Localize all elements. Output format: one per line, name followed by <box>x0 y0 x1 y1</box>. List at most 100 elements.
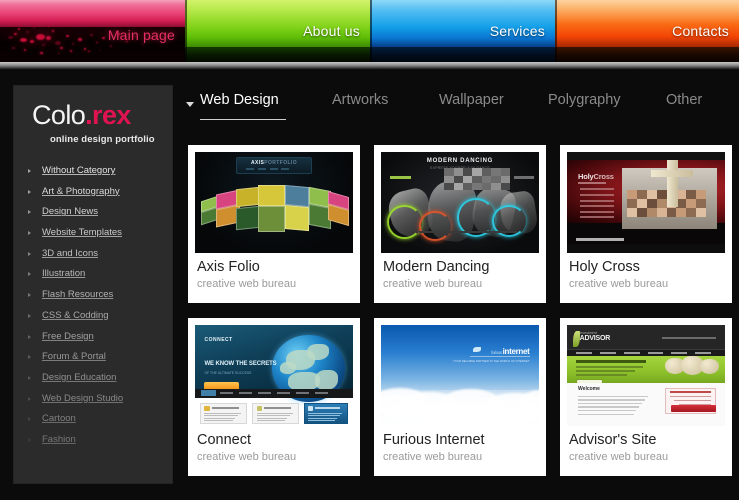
nav-tab-about-us[interactable]: About us <box>185 0 370 62</box>
sidebar-item-label: Art & Photography <box>42 185 120 197</box>
portfolio-card[interactable]: AXISPORTFOLIO Axis Folio creative web bure… <box>188 145 360 303</box>
site-nav-links <box>579 188 615 222</box>
hero-line-1: WE KNOW THE SECRETS <box>204 361 277 368</box>
mosaic-cell <box>676 190 687 200</box>
card-title[interactable]: Holy Cross <box>569 259 725 276</box>
tab-artworks[interactable]: Artworks <box>332 92 388 108</box>
tab-polygraphy[interactable]: Polygraphy <box>548 92 621 108</box>
card-thumbnail[interactable]: furious internet YOUR RELIABLE PARTNER IN… <box>381 325 539 426</box>
splatter-dot <box>8 36 13 39</box>
sidebar-item-cartoon[interactable]: Cartoon <box>26 409 162 430</box>
chevron-right-icon <box>28 251 31 256</box>
sidebar-item-css-codding[interactable]: CSS & Codding <box>26 306 162 327</box>
portfolio-card[interactable]: MODERN DANCINGEXPRESS YOURSELF IN DANCE M… <box>374 145 546 303</box>
splatter-dot <box>42 44 45 46</box>
card-title[interactable]: Axis Folio <box>197 259 353 276</box>
thumbnail-art: investment ADVISOR Welcome <box>567 325 725 426</box>
nav-item <box>576 351 593 354</box>
nav-tab-services[interactable]: Services <box>370 0 555 62</box>
nav-word <box>513 176 535 180</box>
site-nav-bar <box>195 388 353 398</box>
card-thumbnail[interactable]: CONNECT WE KNOW THE SECRETS OF THE ULTIMAT… <box>195 325 353 426</box>
card-title[interactable]: Modern Dancing <box>383 259 539 276</box>
nav-item <box>277 391 290 394</box>
landmass <box>314 369 338 390</box>
portfolio-card[interactable]: investment ADVISOR Welcome Advisor's Site cr… <box>560 318 732 476</box>
card-title[interactable]: Advisor's Site <box>569 432 725 449</box>
chevron-right-icon <box>28 334 31 339</box>
logo-tagline: online design portfolio <box>50 134 155 145</box>
nav-item <box>239 391 252 394</box>
portfolio-card[interactable]: HolyCross Holy Cross creative web bureau <box>560 145 732 303</box>
sidebar-item-art-photography[interactable]: Art & Photography <box>26 182 162 203</box>
mosaic-cell <box>627 199 637 208</box>
mosaic-cell <box>646 199 657 208</box>
welcome-heading: Welcome <box>578 385 600 392</box>
chevron-right-icon <box>28 313 31 318</box>
cloud-haze <box>381 389 539 426</box>
sidebar-item-label: Design Education <box>42 371 117 383</box>
card-thumbnail[interactable]: MODERN DANCINGEXPRESS YOURSELF IN DANCE <box>381 152 539 253</box>
splatter-dot <box>26 31 29 33</box>
sidebar-item-label: Website Templates <box>42 227 122 239</box>
tab-other[interactable]: Other <box>666 92 702 108</box>
nav-tab-label: Contacts <box>672 23 729 39</box>
nav-active-item <box>201 390 216 397</box>
nav-tab-main-page[interactable]: Main page <box>0 0 185 62</box>
sidebar-item-website-templates[interactable]: Website Templates <box>26 223 162 244</box>
chevron-right-icon <box>28 169 31 173</box>
nav-tab-contacts[interactable]: Contacts <box>555 0 739 62</box>
mosaic-cell <box>481 168 492 176</box>
tab-wallpaper[interactable]: Wallpaper <box>439 92 504 108</box>
mosaic-cell <box>696 207 707 217</box>
sidebar-item-label: Forum & Portal <box>42 351 106 363</box>
card-title[interactable]: Connect <box>197 432 353 449</box>
box-icon <box>256 406 262 411</box>
card-thumbnail[interactable]: AXISPORTFOLIO <box>195 152 353 253</box>
thumbnail-art: MODERN DANCINGEXPRESS YOURSELF IN DANCE <box>381 152 539 253</box>
sidebar-item-flash-resources[interactable]: Flash Resources <box>26 285 162 306</box>
splatter-dot <box>36 34 45 40</box>
sidebar-item-label: CSS & Codding <box>42 309 109 321</box>
card-thumbnail[interactable]: HolyCross <box>567 152 725 253</box>
title-rule <box>578 182 607 185</box>
coverflow-tile <box>285 185 309 208</box>
mosaic-cell <box>472 168 482 176</box>
card-title[interactable]: Furious Internet <box>383 432 539 449</box>
nav-item <box>647 351 664 354</box>
mosaic-cell <box>656 190 667 200</box>
sidebar-item-without-category[interactable]: Without Category <box>26 161 162 182</box>
sidebar-item-3d-and-icons[interactable]: 3D and Icons <box>26 244 162 265</box>
logo-mark-icon <box>472 346 481 352</box>
site-logo[interactable]: Colo.rex online design portfolio <box>14 86 172 146</box>
sidebar-item-fashion[interactable]: Fashion <box>26 430 162 451</box>
sidebar-item-web-design-studio[interactable]: Web Design Studio <box>26 389 162 410</box>
mosaic-cell <box>696 190 707 200</box>
mosaic-cell <box>686 199 697 208</box>
sidebar-item-design-news[interactable]: Design News <box>26 202 162 223</box>
portfolio-card[interactable]: CONNECT WE KNOW THE SECRETS OF THE ULTIMAT… <box>188 318 360 476</box>
splatter-dot <box>18 28 20 30</box>
card-thumbnail[interactable]: investment ADVISOR Welcome <box>567 325 725 426</box>
sidebar-item-forum-portal[interactable]: Forum & Portal <box>26 347 162 368</box>
box-line <box>308 415 340 417</box>
landmass <box>279 361 296 374</box>
nav-item <box>623 351 640 354</box>
mosaic-cell <box>636 207 647 217</box>
tab-web-design[interactable]: Web Design <box>200 92 279 108</box>
card-subtitle: creative web bureau <box>197 450 297 463</box>
portfolio-card[interactable]: furious internet YOUR RELIABLE PARTNER IN… <box>374 318 546 476</box>
sidebar-item-design-education[interactable]: Design Education <box>26 368 162 389</box>
axis-header-bar: AXISPORTFOLIO <box>236 157 312 175</box>
mosaic-censor <box>444 168 511 191</box>
promo-line <box>669 395 711 398</box>
mosaic-cell <box>444 175 454 183</box>
content-box <box>251 402 300 424</box>
tab-dark-skirt <box>185 47 370 62</box>
chevron-right-icon <box>28 375 31 380</box>
chevron-right-icon <box>28 293 31 298</box>
landmass <box>307 344 330 361</box>
sidebar-item-free-design[interactable]: Free Design <box>26 327 162 348</box>
sidebar-item-illustration[interactable]: Illustration <box>26 264 162 285</box>
mosaic-cell <box>472 182 482 191</box>
